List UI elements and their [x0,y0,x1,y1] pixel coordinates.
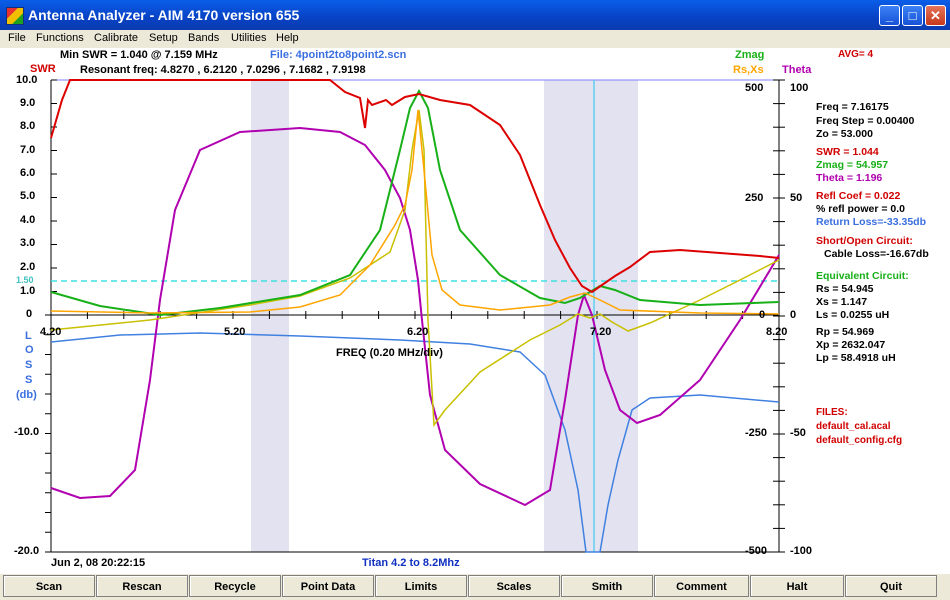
swr-tick: 4.0 [20,214,36,226]
x-tick: 8.20 [766,326,788,338]
loss-tick: -20.0 [14,545,40,557]
theta-legend: Theta [782,64,812,76]
freq-step-readout: Freq Step = 0.00400 [816,115,915,127]
avg-text: AVG= 4 [838,49,874,60]
zmag-legend: Zmag [735,49,765,61]
menu-utilities[interactable]: Utilities [231,32,266,44]
x-tick: 6.20 [407,326,429,338]
freq-axis-label: FREQ (0.20 MHz/div) [336,347,443,359]
x-tick: 5.20 [224,326,246,338]
zmag-tick: -250 [745,427,768,439]
zmag-tick: 250 [745,192,764,204]
smith-button[interactable]: Smith [561,575,653,597]
theta-tick: 0 [790,309,797,321]
menu-functions[interactable]: Functions [36,32,84,44]
rp-readout: Rp = 54.969 [816,326,875,338]
analyzer-plot[interactable] [0,48,950,574]
minimize-button[interactable]: _ [879,5,900,26]
equiv-circuit-heading: Equivalent Circuit: [816,270,909,282]
file-name: File: 4point2to8point2.scn [270,49,407,61]
loss-label-l: L [25,330,32,342]
band-shade-2 [544,80,638,552]
zmag-tick: -500 [745,545,768,557]
band-shade-1 [251,80,289,552]
x-tick: 4.20 [40,326,62,338]
resonant-freq-text: Resonant freq: 4.8270 , 6.2120 , 7.0296 … [80,64,366,76]
theta-tick: 100 [790,82,809,94]
return-loss-readout: Return Loss=-33.35db [816,216,926,228]
files-heading: FILES: [816,407,848,418]
halt-button[interactable]: Halt [750,575,844,597]
theta-tick: 50 [790,192,803,204]
title-bar: Antenna Analyzer - AIM 4170 version 655 … [0,0,950,30]
x-tick: 7.20 [590,326,612,338]
theta-tick: -100 [790,545,813,557]
loss-tick: -10.0 [14,426,40,438]
cable-loss-readout: Cable Loss=-16.67db [824,248,929,260]
swr-tick: 2.0 [20,261,36,273]
menu-help[interactable]: Help [276,32,299,44]
app-icon [6,7,24,25]
rsxs-legend: Rs,Xs [733,64,764,76]
loss-label-o: O [25,344,34,356]
scan-button[interactable]: Scan [3,575,95,597]
config-file-name: default_config.cfg [816,435,903,446]
menu-bar: File Functions Calibrate Setup Bands Uti… [0,30,950,48]
theta-readout: Theta = 1.196 [816,172,883,184]
swr-tick: 9.0 [20,97,36,109]
xp-readout: Xp = 2632.047 [816,339,886,351]
swr-tick: 0 [26,308,33,320]
swr-ref-tick: 1.50 [16,275,34,285]
swr-tick: 8.0 [20,120,36,132]
rescan-button[interactable]: Rescan [96,575,188,597]
ls-readout: Ls = 0.0255 uH [816,309,890,321]
button-bar: Scan Rescan Recycle Point Data Limits Sc… [0,574,950,600]
window-title: Antenna Analyzer - AIM 4170 version 655 [28,7,300,23]
quit-button[interactable]: Quit [845,575,937,597]
loss-label-s1: S [25,359,33,371]
scan-name: Titan 4.2 to 8.2Mhz [362,557,460,569]
zo-readout: Zo = 53.000 [816,128,873,140]
swr-tick: 6.0 [20,167,36,179]
scales-button[interactable]: Scales [468,575,560,597]
timestamp: Jun 2, 08 20:22:15 [51,557,146,569]
xs-readout: Xs = 1.147 [816,296,868,308]
zmag-readout: Zmag = 54.957 [816,159,889,171]
rs-readout: Rs = 54.945 [816,283,874,295]
lp-readout: Lp = 58.4918 uH [816,352,896,364]
limits-button[interactable]: Limits [375,575,467,597]
swr-tick: 7.0 [20,144,36,156]
swr-readout: SWR = 1.044 [816,146,879,158]
comment-button[interactable]: Comment [654,575,749,597]
swr-tick: 1.0 [20,285,36,297]
loss-label-s2: S [25,374,33,386]
menu-bands[interactable]: Bands [188,32,219,44]
swr-tick: 3.0 [20,237,36,249]
min-swr-text: Min SWR = 1.040 @ 7.159 MHz [60,49,218,61]
menu-setup[interactable]: Setup [149,32,178,44]
refl-power-readout: % refl power = 0.0 [816,203,905,215]
theta-tick: -50 [790,427,806,439]
close-button[interactable]: ✕ [925,5,946,26]
refl-coef-readout: Refl Coef = 0.022 [816,190,901,202]
loss-label-db: (db) [16,389,37,401]
swr-tick: 10.0 [16,74,38,86]
zmag-tick: 0 [759,309,766,321]
menu-calibrate[interactable]: Calibrate [94,32,138,44]
freq-readout: Freq = 7.16175 [816,101,889,113]
cal-file-name: default_cal.acal [816,421,891,432]
zmag-tick: 500 [745,82,764,94]
swr-tick: 5.0 [20,190,36,202]
point-data-button[interactable]: Point Data [282,575,374,597]
short-open-heading: Short/Open Circuit: [816,235,913,247]
maximize-button[interactable]: □ [902,5,923,26]
menu-file[interactable]: File [8,32,26,44]
recycle-button[interactable]: Recycle [189,575,281,597]
